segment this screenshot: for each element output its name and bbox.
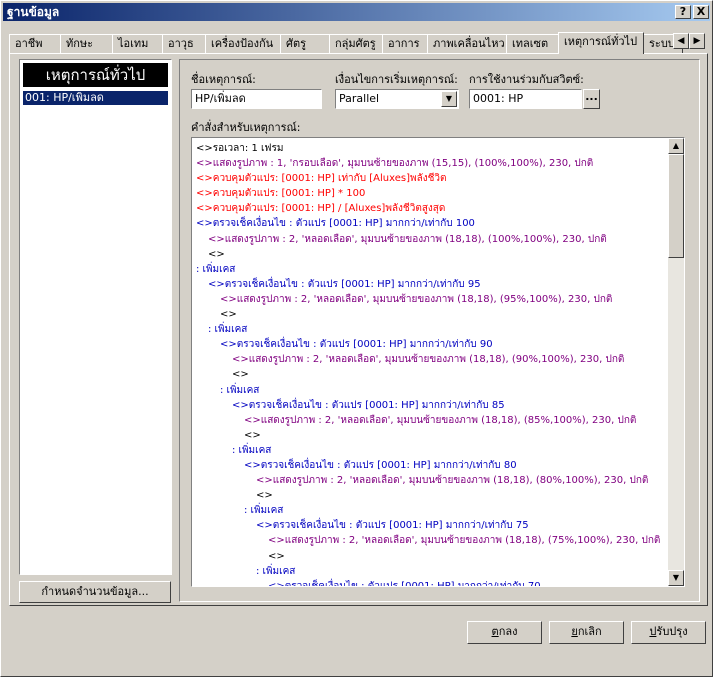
command-line[interactable]: : เพิ่มเคส bbox=[196, 322, 666, 337]
tab-scroll-left-icon[interactable]: ◀ bbox=[673, 33, 689, 49]
command-line[interactable]: <>ควบคุมตัวแปร: [0001: HP] / [Aluxes]พลั… bbox=[196, 201, 666, 216]
help-button[interactable]: ? bbox=[675, 5, 691, 19]
command-line[interactable]: <>แสดงรูปภาพ : 2, 'หลอดเลือด', มุมบนซ้าย… bbox=[196, 352, 666, 367]
command-line[interactable]: <>ตรวจเช็คเงื่อนไข : ตัวแปร [0001: HP] ม… bbox=[196, 458, 666, 473]
command-line[interactable]: <>แสดงรูปภาพ : 2, 'หลอดเลือด', มุมบนซ้าย… bbox=[196, 232, 666, 247]
command-line[interactable]: : เพิ่มเคส bbox=[196, 383, 666, 398]
command-line[interactable]: <>ควบคุมตัวแปร: [0001: HP] * 100 bbox=[196, 186, 666, 201]
command-lines: <>รอเวลา: 1 เฟรม <>แสดงรูปภาพ : 1, 'กรอบเ… bbox=[196, 141, 666, 586]
scroll-thumb[interactable] bbox=[668, 154, 684, 258]
switch-browse-button[interactable]: ... bbox=[583, 89, 600, 109]
tab-item[interactable]: กลุ่มศัตรู bbox=[329, 34, 383, 53]
command-line[interactable]: <>แสดงรูปภาพ : 2, 'หลอดเลือด', มุมบนซ้าย… bbox=[196, 533, 666, 548]
ok-hotkey: ต bbox=[491, 625, 499, 638]
event-list-panel: เหตุการณ์ทั่วไป 001: HP/เพิ่มลด bbox=[19, 59, 172, 575]
tab-item[interactable]: เทลเซต bbox=[506, 34, 559, 53]
cancel-button[interactable]: ยกเลิก bbox=[549, 621, 624, 644]
command-line[interactable]: <>ตรวจเช็คเงื่อนไข : ตัวแปร [0001: HP] ม… bbox=[196, 579, 666, 586]
command-line[interactable]: : เพิ่มเคส bbox=[196, 262, 666, 277]
ok-button[interactable]: ตกลง bbox=[467, 621, 542, 644]
event-list-item[interactable]: 001: HP/เพิ่มลด bbox=[23, 91, 168, 105]
apply-button[interactable]: ปรับปรุง bbox=[631, 621, 706, 644]
command-line[interactable]: <>แสดงรูปภาพ : 2, 'หลอดเลือด', มุมบนซ้าย… bbox=[196, 473, 666, 488]
switch-label: การใช้งานร่วมกับสวิตซ์: bbox=[469, 73, 584, 86]
tab-item[interactable]: ศัตรู bbox=[280, 34, 330, 53]
tab-item[interactable]: ไอเทม bbox=[112, 34, 163, 53]
tab-item[interactable]: ภาพเคลื่อนไหว bbox=[427, 34, 507, 53]
tab-item[interactable]: อาวุธ bbox=[162, 34, 206, 53]
tab-item[interactable]: ทักษะ bbox=[60, 34, 113, 53]
tab-scroll-right-icon[interactable]: ▶ bbox=[689, 33, 705, 49]
command-line[interactable]: <> bbox=[196, 549, 666, 564]
command-line[interactable]: <> bbox=[196, 307, 666, 322]
command-line[interactable]: <>ควบคุมตัวแปร: [0001: HP] เท่ากับ [Alux… bbox=[196, 171, 666, 186]
commands-label: คำสั่งสำหรับเหตุการณ์: bbox=[191, 121, 301, 134]
command-line[interactable]: <>แสดงรูปภาพ : 2, 'หลอดเลือด', มุมบนซ้าย… bbox=[196, 413, 666, 428]
command-line[interactable]: : เพิ่มเคส bbox=[196, 443, 666, 458]
window-title: ฐานข้อมูล bbox=[7, 5, 60, 19]
set-count-button[interactable]: กำหนดจำนวนข้อมูล... bbox=[19, 581, 171, 603]
cancel-label: กเลิก bbox=[577, 625, 602, 638]
command-line[interactable]: <>ตรวจเช็คเงื่อนไข : ตัวแปร [0001: HP] ม… bbox=[196, 337, 666, 352]
apply-label: รับปรุง bbox=[656, 625, 688, 638]
command-line[interactable]: <>ตรวจเช็คเงื่อนไข : ตัวแปร [0001: HP] ม… bbox=[196, 216, 666, 231]
switch-field[interactable]: 0001: HP bbox=[469, 89, 582, 109]
event-name-input[interactable]: HP/เพิ่มลด bbox=[191, 89, 322, 109]
close-button[interactable]: X bbox=[693, 5, 709, 19]
command-line[interactable]: : เพิ่มเคส bbox=[196, 564, 666, 579]
command-list[interactable]: <>รอเวลา: 1 เฟรม <>แสดงรูปภาพ : 1, 'กรอบเ… bbox=[191, 137, 685, 587]
command-line[interactable]: <>ตรวจเช็คเงื่อนไข : ตัวแปร [0001: HP] ม… bbox=[196, 398, 666, 413]
command-line[interactable]: <> bbox=[196, 488, 666, 503]
scroll-down-icon[interactable]: ▼ bbox=[668, 570, 684, 586]
ok-label: กลง bbox=[498, 625, 518, 638]
command-line[interactable]: <> bbox=[196, 367, 666, 382]
tab-item[interactable]: อาชีพ bbox=[9, 34, 61, 53]
title-bar: ฐานข้อมูล ? X bbox=[3, 3, 710, 21]
command-line[interactable]: <> bbox=[196, 247, 666, 262]
tab-strip: อาชีพ ทักษะ ไอเทม อาวุธ เครื่องป้องกัน ศัตรูก… bbox=[9, 32, 709, 54]
trigger-label: เงื่อนไขการเริ่มเหตุการณ์: bbox=[335, 73, 458, 86]
event-name-label: ชื่อเหตุการณ์: bbox=[191, 73, 256, 86]
command-line[interactable]: : เพิ่มเคส bbox=[196, 503, 666, 518]
tab-item[interactable]: อาการ bbox=[382, 34, 428, 53]
database-window: ฐานข้อมูล ? X อาชีพ ทักษะ ไอเทม อาวุธ เครื่อ… bbox=[0, 0, 713, 677]
command-line[interactable]: <> bbox=[196, 428, 666, 443]
event-list-header: เหตุการณ์ทั่วไป bbox=[23, 63, 168, 87]
trigger-value: Parallel bbox=[339, 92, 380, 105]
trigger-select[interactable]: Parallel ▼ bbox=[335, 89, 459, 109]
command-line[interactable]: <>แสดงรูปภาพ : 2, 'หลอดเลือด', มุมบนซ้าย… bbox=[196, 292, 666, 307]
command-line[interactable]: <>ตรวจเช็คเงื่อนไข : ตัวแปร [0001: HP] ม… bbox=[196, 518, 666, 533]
tab-item[interactable]: เครื่องป้องกัน bbox=[205, 34, 281, 53]
command-line[interactable]: <>ตรวจเช็คเงื่อนไข : ตัวแปร [0001: HP] ม… bbox=[196, 277, 666, 292]
event-list[interactable]: 001: HP/เพิ่มลด bbox=[23, 91, 168, 105]
command-line[interactable]: <>แสดงรูปภาพ : 1, 'กรอบเลือด', มุมบนซ้าย… bbox=[196, 156, 666, 171]
scroll-up-icon[interactable]: ▲ bbox=[668, 138, 684, 154]
command-scrollbar[interactable]: ▲ ▼ bbox=[668, 138, 684, 586]
command-line[interactable]: <>รอเวลา: 1 เฟรม bbox=[196, 141, 666, 156]
chevron-down-icon[interactable]: ▼ bbox=[441, 91, 457, 107]
tab-item[interactable]: เหตุการณ์ทั่วไป bbox=[558, 32, 644, 54]
